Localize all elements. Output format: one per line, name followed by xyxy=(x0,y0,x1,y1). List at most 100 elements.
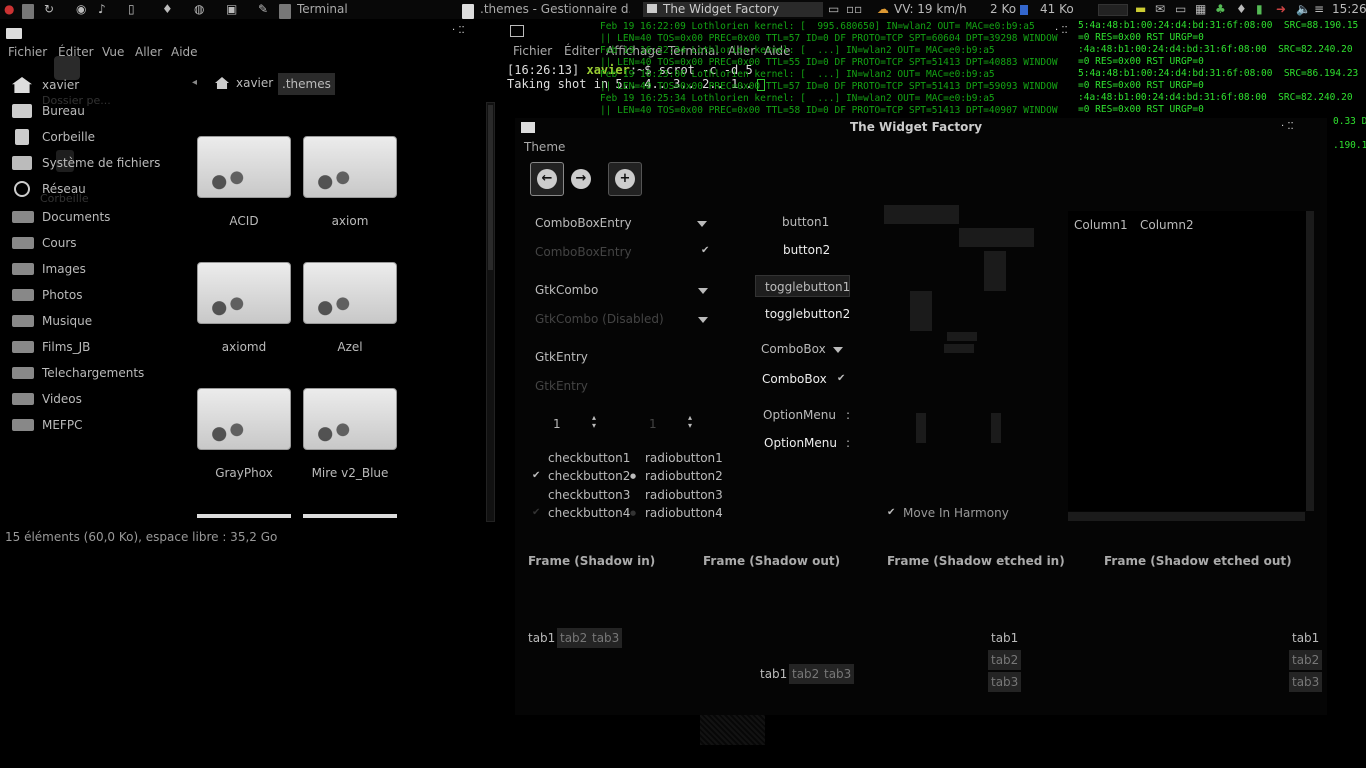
folder-tray-icon[interactable]: ▬ xyxy=(1135,2,1146,17)
scrollbar-segment[interactable] xyxy=(947,332,977,341)
add-button[interactable]: + xyxy=(608,162,642,196)
gtk-entry[interactable]: GtkEntry xyxy=(535,350,588,364)
chevron-down-icon[interactable] xyxy=(697,221,707,227)
button1[interactable]: button1 xyxy=(782,215,829,229)
column-header-1[interactable]: Column1 xyxy=(1074,218,1128,232)
workspace-switcher-icon[interactable]: ▫▫ xyxy=(846,2,862,17)
tab-2[interactable]: tab2 xyxy=(988,650,1022,670)
files-launcher-icon[interactable] xyxy=(22,4,34,19)
tab-2[interactable]: tab2 xyxy=(557,628,591,648)
chip-tray-icon[interactable]: ▦ xyxy=(1195,2,1206,17)
screenshot-icon[interactable]: ▣ xyxy=(226,2,237,17)
tab-1[interactable]: tab1 xyxy=(988,628,1021,648)
column-header-2[interactable]: Column2 xyxy=(1140,218,1194,232)
breadcrumb-xavier[interactable]: xavier xyxy=(236,76,273,90)
folder-label-azel[interactable]: Azel xyxy=(295,340,405,354)
logout-tray-icon[interactable]: ➜ xyxy=(1276,2,1286,17)
terminal-icon[interactable] xyxy=(510,25,524,37)
volume-icon[interactable]: 🔈 xyxy=(1296,2,1311,17)
folder-icon[interactable] xyxy=(303,514,397,518)
back-button[interactable]: ← xyxy=(530,162,564,196)
battery-icon[interactable]: ▮ xyxy=(1256,2,1263,17)
folder-label-axiom[interactable]: axiom xyxy=(295,214,405,228)
scale-trough[interactable] xyxy=(910,291,932,331)
scale-trough[interactable] xyxy=(984,251,1006,291)
drive-tray-icon[interactable]: ▭ xyxy=(1175,2,1186,17)
spin-arrows-icon[interactable]: ▴ ▾ xyxy=(592,414,596,430)
breadcrumb-back-icon[interactable]: ◂ xyxy=(192,77,197,88)
chevron-down-icon[interactable] xyxy=(833,347,843,353)
folder-label-axiomd[interactable]: axiomd xyxy=(189,340,299,354)
fm-menu-fichier[interactable]: Fichier xyxy=(8,44,47,60)
folder-icon[interactable] xyxy=(197,262,291,324)
checkbutton4[interactable]: checkbutton4 xyxy=(548,506,630,520)
tree-view[interactable]: Column1 Column2 xyxy=(1068,211,1314,511)
tool-icon[interactable]: ✎ xyxy=(258,2,268,17)
term-menu-editer[interactable]: Éditer xyxy=(564,43,600,59)
fm-menu-aller[interactable]: Aller xyxy=(135,44,162,60)
drop-tray-icon[interactable]: ♦ xyxy=(1236,2,1247,17)
move-in-harmony-check[interactable]: Move In Harmony xyxy=(903,506,1009,520)
fm-window-controls-icon[interactable]: · ⁚⁚ xyxy=(452,25,465,36)
scale-trough[interactable] xyxy=(959,228,1034,247)
task-file-manager[interactable]: .themes - Gestionnaire d... xyxy=(480,2,630,17)
wf-window-controls-icon[interactable]: · ⁚⁚ xyxy=(1281,121,1294,132)
radiobutton1[interactable]: radiobutton1 xyxy=(645,451,723,465)
tab-2[interactable]: tab2 xyxy=(789,664,823,684)
reload-icon[interactable]: ↻ xyxy=(44,2,54,17)
optionmenu1[interactable]: OptionMenu xyxy=(763,408,836,422)
scale-trough[interactable] xyxy=(884,205,959,224)
radiobutton2[interactable]: radiobutton2 xyxy=(645,469,723,483)
tree-hscrollbar[interactable] xyxy=(1068,512,1305,521)
network-status-icon[interactable]: ≡ xyxy=(1314,2,1324,17)
tree-vscrollbar[interactable] xyxy=(1306,211,1314,511)
window-icon[interactable] xyxy=(521,122,535,133)
checkbutton3[interactable]: checkbutton3 xyxy=(548,488,630,502)
folder-label-acid[interactable]: ACID xyxy=(189,214,299,228)
debian-menu-icon[interactable]: ● xyxy=(4,2,14,17)
tab-1[interactable]: tab1 xyxy=(757,664,790,684)
folder-icon[interactable] xyxy=(303,136,397,198)
button2[interactable]: button2 xyxy=(783,243,830,257)
folder-icon[interactable] xyxy=(303,262,397,324)
scrollbar-segment[interactable] xyxy=(944,344,974,353)
term-menu-fichier[interactable]: Fichier xyxy=(513,43,552,59)
android-tray-icon[interactable]: ♣ xyxy=(1215,2,1226,17)
combo-box-entry[interactable]: ComboBoxEntry xyxy=(535,216,632,230)
gtk-combo[interactable]: GtkCombo xyxy=(535,283,598,297)
clock[interactable]: 15:26 xyxy=(1332,2,1366,17)
checkbutton2[interactable]: checkbutton2 xyxy=(548,469,630,483)
show-desktop-icon[interactable]: ▭ xyxy=(828,2,839,17)
globe-icon[interactable]: ◍ xyxy=(194,2,204,17)
folder-label-grayphox[interactable]: GrayPhox xyxy=(189,466,299,480)
tab-2[interactable]: tab2 xyxy=(1289,650,1323,670)
tab-1[interactable]: tab1 xyxy=(1289,628,1322,648)
folder-label-mire-v2-blue[interactable]: Mire v2_Blue xyxy=(295,466,405,480)
tab-1[interactable]: tab1 xyxy=(525,628,558,648)
spin-button[interactable]: 1 xyxy=(553,417,561,431)
radiobutton3[interactable]: radiobutton3 xyxy=(645,488,723,502)
terminal-window-controls-icon[interactable]: · ⁚⁚ xyxy=(1055,25,1068,36)
scrollbar-thumb[interactable] xyxy=(488,105,493,270)
radiobutton4[interactable]: radiobutton4 xyxy=(645,506,723,520)
folder-icon[interactable] xyxy=(197,514,291,518)
document-icon[interactable]: ▯ xyxy=(128,2,135,17)
optionmenu2[interactable]: OptionMenu xyxy=(764,436,837,450)
scrollbar[interactable] xyxy=(486,102,495,522)
mail-tray-icon[interactable]: ✉ xyxy=(1155,2,1165,17)
combobox1[interactable]: ComboBox xyxy=(761,342,826,356)
tab-3[interactable]: tab3 xyxy=(821,664,855,684)
forward-button[interactable]: → xyxy=(564,162,598,196)
folder-icon[interactable] xyxy=(303,388,397,450)
folder-icon[interactable] xyxy=(197,388,291,450)
folder-icon[interactable] xyxy=(197,136,291,198)
chevron-down-icon[interactable] xyxy=(698,288,708,294)
tab-3[interactable]: tab3 xyxy=(589,628,623,648)
combobox2[interactable]: ComboBox xyxy=(762,372,827,386)
task-widget-factory[interactable]: The Widget Factory xyxy=(643,2,823,17)
task-terminal[interactable]: Terminal xyxy=(297,2,348,17)
togglebutton2[interactable]: togglebutton2 xyxy=(765,307,850,321)
breadcrumb-themes[interactable]: .themes xyxy=(278,73,335,95)
fm-menu-vue[interactable]: Vue xyxy=(102,44,124,60)
checkbutton1[interactable]: checkbutton1 xyxy=(548,451,630,465)
